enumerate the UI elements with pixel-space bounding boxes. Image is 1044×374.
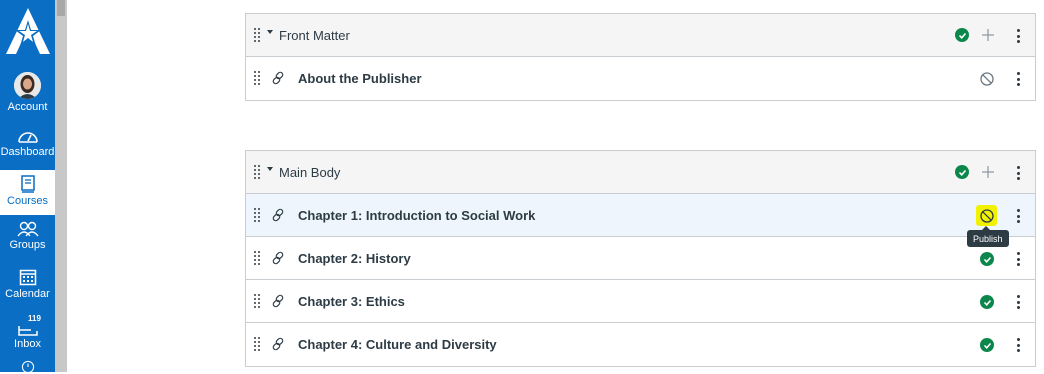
global-nav: Account Dashboard Courses Groups Calenda…	[0, 0, 55, 374]
nav-dashboard-label: Dashboard	[0, 146, 55, 158]
module-options-kebab-icon[interactable]	[1016, 29, 1020, 43]
module-item-title[interactable]: Chapter 3: Ethics	[298, 294, 405, 309]
module-options-kebab-icon[interactable]	[1016, 166, 1020, 180]
module-front-matter: Front Matter About the Publisher	[245, 13, 1036, 101]
drag-handle-icon[interactable]	[254, 28, 260, 42]
link-icon	[272, 208, 284, 222]
nav-account[interactable]: Account	[0, 72, 55, 118]
module-item-title[interactable]: Chapter 4: Culture and Diversity	[298, 337, 497, 352]
nav-account-label: Account	[7, 101, 48, 113]
module-item-title[interactable]: Chapter 2: History	[298, 251, 411, 266]
nav-groups[interactable]: Groups	[0, 221, 55, 261]
published-check-icon[interactable]	[955, 28, 969, 42]
item-options-kebab-icon[interactable]	[1016, 72, 1020, 86]
add-item-plus-icon[interactable]	[982, 166, 994, 178]
module-item-title[interactable]: Chapter 1: Introduction to Social Work	[298, 208, 535, 223]
dashboard-icon	[17, 132, 38, 143]
link-icon	[272, 294, 284, 308]
module-header[interactable]: Front Matter	[246, 14, 1035, 57]
nav-calendar-label: Calendar	[5, 288, 50, 300]
collapse-caret-icon[interactable]	[267, 30, 273, 34]
nav-courses-label: Courses	[7, 195, 48, 207]
institution-logo[interactable]	[0, 0, 55, 62]
item-options-kebab-icon[interactable]	[1016, 338, 1020, 352]
collapse-caret-icon[interactable]	[267, 167, 273, 171]
groups-icon	[16, 221, 39, 237]
unpublished-icon[interactable]	[980, 209, 994, 223]
module-item-title[interactable]: About the Publisher	[298, 71, 422, 86]
item-options-kebab-icon[interactable]	[1016, 252, 1020, 266]
module-item-row[interactable]: About the Publisher	[246, 57, 1035, 100]
drag-handle-icon[interactable]	[254, 71, 260, 85]
published-check-icon[interactable]	[980, 295, 994, 309]
link-icon	[272, 71, 284, 85]
module-main-body: Main Body Chapter 1: Introduction to Soc…	[245, 150, 1036, 367]
nav-dashboard[interactable]: Dashboard	[0, 128, 55, 168]
publish-tooltip: Publish	[967, 226, 1009, 247]
avatar	[14, 72, 41, 99]
nav-calendar[interactable]: Calendar	[0, 268, 55, 308]
nav-inbox-label: Inbox	[14, 338, 41, 350]
nav-scrollbar[interactable]	[55, 0, 67, 372]
published-check-icon[interactable]	[980, 252, 994, 266]
drag-handle-icon[interactable]	[254, 294, 260, 308]
drag-handle-icon[interactable]	[254, 165, 260, 179]
module-title: Main Body	[279, 164, 341, 180]
item-options-kebab-icon[interactable]	[1016, 295, 1020, 309]
nav-groups-label: Groups	[9, 239, 46, 251]
calendar-icon	[19, 269, 36, 286]
inbox-badge: 119	[28, 314, 41, 323]
module-item-row[interactable]: Chapter 4: Culture and Diversity	[246, 323, 1035, 366]
drag-handle-icon[interactable]	[254, 337, 260, 351]
drag-handle-icon[interactable]	[254, 208, 260, 222]
add-item-plus-icon[interactable]	[982, 29, 994, 41]
module-header[interactable]: Main Body	[246, 151, 1035, 194]
item-options-kebab-icon[interactable]	[1016, 209, 1020, 223]
drag-handle-icon[interactable]	[254, 251, 260, 265]
module-item-row[interactable]: Chapter 3: Ethics	[246, 280, 1035, 323]
link-icon	[272, 251, 284, 265]
module-item-row[interactable]: Chapter 1: Introduction to Social Work	[246, 194, 1035, 237]
published-check-icon[interactable]	[980, 338, 994, 352]
link-icon	[272, 337, 284, 351]
nav-inbox[interactable]: 119 Inbox	[0, 314, 55, 354]
unpublished-icon[interactable]	[980, 72, 994, 86]
module-title: Front Matter	[279, 27, 350, 43]
nav-courses[interactable]: Courses	[0, 170, 55, 215]
courses-icon	[20, 175, 35, 193]
published-check-icon[interactable]	[955, 165, 969, 179]
module-item-row[interactable]: Chapter 2: History	[246, 237, 1035, 280]
